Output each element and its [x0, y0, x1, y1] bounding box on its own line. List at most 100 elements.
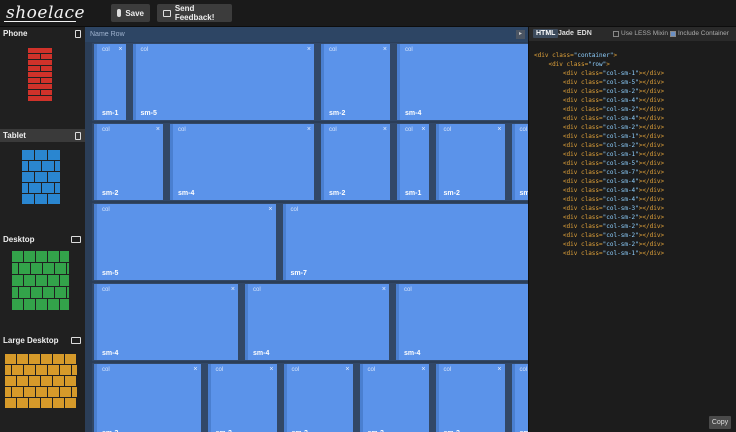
device-tablet[interactable]: Tablet: [0, 129, 85, 229]
close-icon[interactable]: ×: [307, 46, 311, 53]
code-class-value: "col-sm-2": [602, 88, 639, 95]
close-icon[interactable]: ×: [383, 46, 387, 53]
grid-column[interactable]: col × sm-5: [132, 44, 314, 120]
top-toolbar: shoelace Save Send Feedback!: [0, 0, 736, 27]
device-desktop[interactable]: Desktop: [0, 233, 85, 333]
column-name-placeholder: col: [102, 367, 110, 373]
column-size-label: sm-2: [102, 190, 119, 197]
brick: [36, 251, 47, 262]
grid-column[interactable]: col×sm-2: [283, 364, 353, 432]
column-size-label: sm-2: [443, 190, 460, 197]
column-size-label: sm-4: [253, 350, 270, 357]
code-tag-open: <div: [562, 106, 581, 113]
grid-column[interactable]: col×sm-3: [94, 364, 201, 432]
column-name-placeholder: col: [253, 287, 261, 293]
code-line: <div class="col-sm-2"></div>: [534, 213, 664, 222]
code-tag-open: <div: [562, 133, 581, 140]
code-attr: class=: [566, 61, 589, 68]
code-class-value: "col-sm-2": [602, 142, 639, 149]
grid-column[interactable]: col×sm-4: [94, 284, 238, 360]
envelope-icon: [163, 9, 171, 17]
brick: [55, 183, 60, 193]
device-desktop-label: Desktop: [3, 235, 35, 244]
grid-column[interactable]: col × sm-4: [245, 284, 389, 360]
brick: [60, 299, 69, 310]
grid-column[interactable]: col×sm-2: [321, 44, 390, 120]
grid-column[interactable]: col×sm-2: [207, 364, 277, 432]
grid-column[interactable]: col×sm-1: [397, 124, 429, 200]
collapse-panel-button[interactable]: ▸: [516, 30, 525, 39]
close-icon[interactable]: ×: [421, 126, 425, 133]
grid-column[interactable]: col × sm-5: [94, 204, 276, 280]
code-class-value: "col-sm-4": [602, 178, 639, 185]
close-icon[interactable]: ×: [307, 126, 311, 133]
close-icon[interactable]: ×: [268, 206, 272, 213]
save-button[interactable]: Save: [111, 4, 150, 22]
option-less-mixin[interactable]: Use LESS Mixin: [613, 30, 668, 37]
close-icon[interactable]: ×: [421, 366, 425, 373]
column-name-placeholder: col: [102, 47, 110, 53]
brick: [47, 387, 59, 397]
code-tag-close: ></div>: [638, 70, 665, 77]
brick: [41, 376, 52, 386]
close-icon[interactable]: ×: [382, 286, 386, 293]
grid-column[interactable]: col×sm-2: [435, 364, 505, 432]
brick: [28, 66, 40, 71]
less-mixin-checkbox[interactable]: [613, 30, 619, 37]
grid-column[interactable]: col×sm-1: [511, 364, 528, 432]
code-attr: class=: [580, 205, 603, 212]
include-container-checkbox[interactable]: [670, 30, 676, 37]
close-icon[interactable]: ×: [193, 366, 197, 373]
column-name-placeholder: col: [102, 287, 110, 293]
close-icon[interactable]: ×: [156, 126, 160, 133]
device-large-desktop[interactable]: Large Desktop: [0, 334, 85, 432]
option-include-container[interactable]: Include Container: [670, 30, 729, 37]
code-tag-close: >: [613, 52, 618, 59]
brick: [53, 354, 64, 364]
close-icon[interactable]: ×: [497, 126, 501, 133]
grid-column[interactable]: col×sm-4: [170, 124, 314, 200]
brick: [59, 365, 71, 375]
grid-column[interactable]: col×sm-7: [282, 204, 528, 280]
grid-column[interactable]: col×sm-2: [94, 124, 163, 200]
brick: [54, 263, 66, 274]
code-class-value: "container": [573, 52, 614, 59]
grid-column[interactable]: col×sm-1: [511, 124, 528, 200]
brick: [22, 150, 34, 160]
grid-column[interactable]: col×sm-2: [359, 364, 429, 432]
copy-button[interactable]: Copy: [709, 416, 731, 429]
code-class-value: "col-sm-5": [602, 79, 639, 86]
tab-edn[interactable]: EDN: [574, 29, 595, 38]
brick: [48, 251, 59, 262]
grid-column[interactable]: col×sm-4: [396, 284, 528, 360]
close-icon[interactable]: ×: [383, 126, 387, 133]
device-phone[interactable]: Phone: [0, 27, 85, 127]
column-name-placeholder: col: [329, 47, 337, 53]
close-icon[interactable]: ×: [345, 366, 349, 373]
close-icon[interactable]: ×: [269, 366, 273, 373]
code-tag-open: <div: [562, 178, 581, 185]
grid-column[interactable]: col×sm-2: [321, 124, 390, 200]
send-feedback-button[interactable]: Send Feedback!: [157, 4, 232, 22]
code-tag-open: <div: [562, 79, 581, 86]
code-line: <div class="col-sm-4"></div>: [534, 195, 664, 204]
brick: [42, 287, 54, 298]
code-tag-close: ></div>: [638, 115, 665, 122]
grid-column[interactable]: col×sm-4: [397, 44, 528, 120]
close-icon[interactable]: ×: [497, 366, 501, 373]
brick: [28, 48, 52, 53]
code-tag-open: <div: [562, 142, 581, 149]
grid-column[interactable]: col×sm-2: [435, 124, 505, 200]
code-tag-open: <div: [562, 196, 581, 203]
close-icon[interactable]: ×: [118, 46, 122, 53]
close-icon[interactable]: ×: [231, 286, 235, 293]
row-name-placeholder: Name Row: [90, 31, 125, 38]
column-name-placeholder: col: [329, 127, 337, 133]
code-attr: class=: [580, 223, 603, 230]
row-name-input[interactable]: Name Row: [85, 27, 528, 42]
grid-column[interactable]: col×sm-1: [94, 44, 126, 120]
code-attr: class=: [580, 196, 603, 203]
code-attr: class=: [580, 151, 603, 158]
